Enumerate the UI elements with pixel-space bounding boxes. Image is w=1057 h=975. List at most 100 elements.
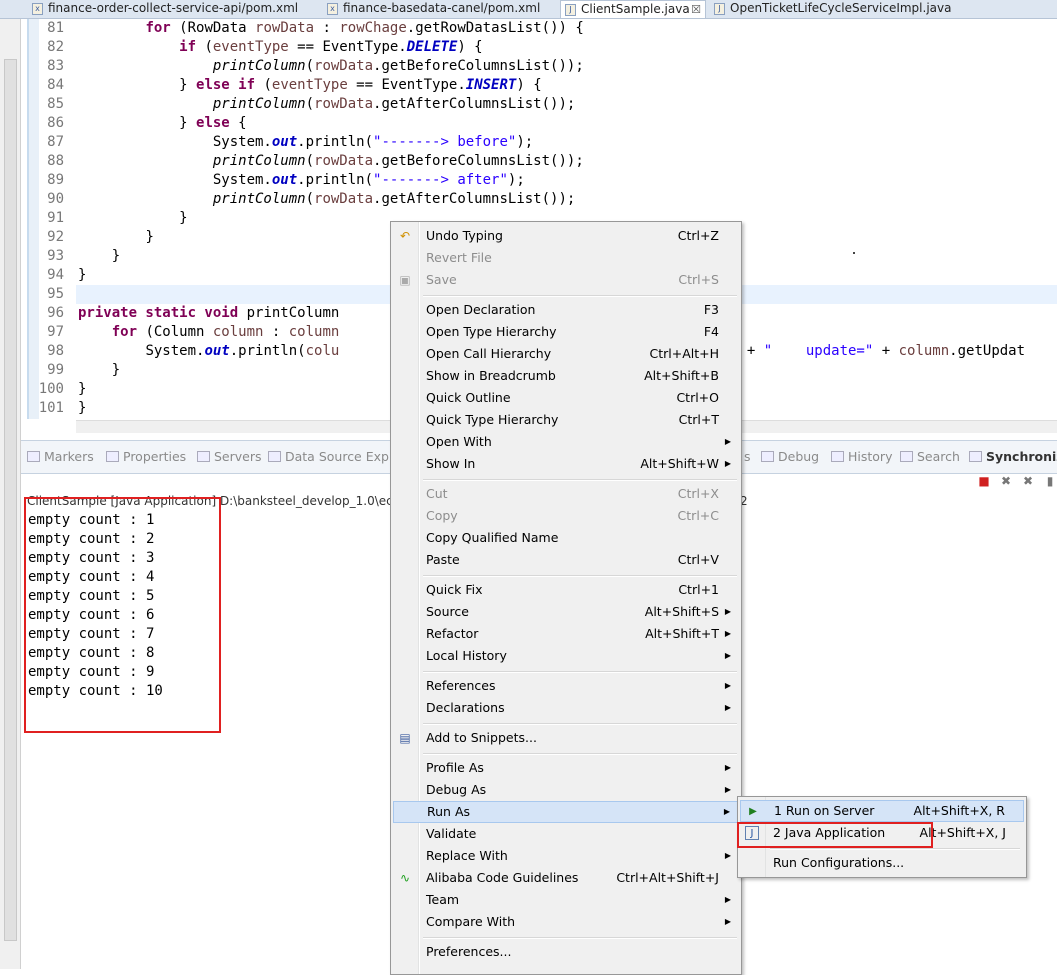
menu-item-revert-file[interactable]: Revert File [393,247,739,269]
run-server-icon: ▶ [749,806,757,817]
xml-file-icon: x [327,3,338,15]
code-line-81: 81 for (RowData rowData : rowChage.getRo… [47,20,584,36]
context-menu: ↶ Undo Typing Ctrl+Z Revert File ▣ Save Ctrl… [390,221,742,975]
menu-item-refactor[interactable]: Refactor Alt+Shift+T ▶ [393,623,739,645]
code-line-88: 88 printColumn(rowData.getBeforeColumnsL… [47,153,584,169]
menu-item-preferences[interactable]: Preferences... [393,941,739,963]
submenu-arrow-icon: ▶ [724,785,731,794]
code-line-98-tail: ) + " update=" + column.getUpdat [730,343,1026,359]
menu-separator [423,753,737,755]
menu-item-run-configurations[interactable]: Run Configurations... [740,852,1024,874]
code-line-84: 84 } else if (eventType == EventType.INS… [47,77,542,93]
code-line-99: 99 } [47,362,121,378]
menu-separator [423,295,737,297]
code-line-97: 97 for (Column column : column [47,324,340,340]
submenu-arrow-icon: ▶ [724,763,731,772]
code-line-90: 90 printColumn(rowData.getAfterColumnsLi… [47,191,576,207]
console-output-highlight-box [24,497,221,733]
menu-item-quick-fix[interactable]: Quick Fix Ctrl+1 [393,579,739,601]
tab-openticket-java[interactable]: J OpenTicketLifeCycleServiceImpl.java [710,0,970,18]
tab-label: ClientSample.java [581,2,690,16]
menu-item-open-call-hierarchy[interactable]: Open Call Hierarchy Ctrl+Alt+H [393,343,739,365]
menu-item-alibaba-code-guidelines[interactable]: ∿ Alibaba Code Guidelines Ctrl+Alt+Shift+J [393,867,739,889]
menu-item-debug-as[interactable]: Debug As ▶ [393,779,739,801]
code-line-95: 95 [47,286,64,302]
menu-separator [423,723,737,725]
code-line-83: 83 printColumn(rowData.getBeforeColumnsL… [47,58,584,74]
menu-item-open-with[interactable]: Open With ▶ [393,431,739,453]
editor-tab-bar: x finance-order-collect-service-api/pom.… [0,0,1057,19]
submenu-arrow-icon: ▶ [724,917,731,926]
snippets-icon: ▤ [399,731,411,745]
code-line-96: 96 private static void printColumn [47,305,340,321]
java-file-icon: J [565,4,576,16]
menu-item-run-on-server[interactable]: ▶ 1 Run on Server Alt+Shift+X, R [740,800,1024,822]
remove-all-icon[interactable]: ✖ [1021,474,1035,488]
submenu-arrow-icon: ▶ [724,681,731,690]
code-line-98: 98 System.out.println(colu [47,343,340,359]
menu-item-quick-outline[interactable]: Quick Outline Ctrl+O [393,387,739,409]
menu-item-replace-with[interactable]: Replace With ▶ [393,845,739,867]
view-tab-data-source[interactable]: Data Source Explo [268,449,400,464]
code-line-100: 100} [38,381,87,397]
menu-item-team[interactable]: Team ▶ [393,889,739,911]
markers-icon [27,451,40,462]
menu-separator [423,671,737,673]
menu-item-validate[interactable]: Validate [393,823,739,845]
menu-item-profile-as[interactable]: Profile As ▶ [393,757,739,779]
console-toolbar-icon[interactable]: ▮ [1043,474,1057,488]
view-tab-servers[interactable]: Servers [197,449,262,464]
code-line-92: 92 } [47,229,154,245]
code-line-82: 82 if (eventType == EventType.DELETE) { [47,39,483,55]
view-tab-search[interactable]: Search [900,449,960,464]
menu-item-open-type-hierarchy[interactable]: Open Type Hierarchy F4 [393,321,739,343]
synchronize-icon [969,451,982,462]
code-line-89: 89 System.out.println("-------> after"); [47,172,525,188]
debug-icon [761,451,774,462]
menu-item-run-as[interactable]: Run As ▶ [393,801,739,823]
tab-clientsample-java[interactable]: J ClientSample.java ☒ [560,0,706,18]
menu-item-show-in-breadcrumb[interactable]: Show in Breadcrumb Alt+Shift+B [393,365,739,387]
code-line-93: 93 } [47,248,121,264]
code-line-86: 86 } else { [47,115,247,131]
view-tab-debug[interactable]: Debug [761,449,819,464]
xml-file-icon: x [32,3,43,15]
view-tab-properties[interactable]: Properties [106,449,186,464]
menu-item-save[interactable]: ▣ Save Ctrl+S [393,269,739,291]
menu-separator [423,479,737,481]
menu-item-source[interactable]: Source Alt+Shift+S ▶ [393,601,739,623]
submenu-arrow-icon: ▶ [723,807,730,816]
view-tab-console-partial[interactable]: s [744,449,751,464]
menu-item-open-declaration[interactable]: Open Declaration F3 [393,299,739,321]
view-tab-markers[interactable]: Markers [27,449,94,464]
properties-icon [106,451,119,462]
submenu-arrow-icon: ▶ [724,703,731,712]
terminate-icon[interactable]: ■ [977,474,991,488]
menu-item-undo-typing[interactable]: ↶ Undo Typing Ctrl+Z [393,225,739,247]
view-tab-history[interactable]: History [831,449,892,464]
menu-item-quick-type-hierarchy[interactable]: Quick Type Hierarchy Ctrl+T [393,409,739,431]
menu-separator [423,575,737,577]
scrollbar-thumb[interactable] [4,59,17,941]
submenu-arrow-icon: ▶ [724,651,731,660]
menu-item-add-to-snippets[interactable]: ▤ Add to Snippets... [393,727,739,749]
tab-label: finance-basedata-canel/pom.xml [343,1,541,15]
menu-item-cut[interactable]: Cut Ctrl+X [393,483,739,505]
menu-item-compare-with[interactable]: Compare With ▶ [393,911,739,933]
remove-launch-icon[interactable]: ✖ [999,474,1013,488]
close-icon[interactable]: ☒ [691,1,701,18]
servers-icon [197,451,210,462]
menu-item-references[interactable]: References ▶ [393,675,739,697]
menu-item-paste[interactable]: Paste Ctrl+V [393,549,739,571]
menu-item-local-history[interactable]: Local History ▶ [393,645,739,667]
menu-item-copy-qualified-name[interactable]: Copy Qualified Name [393,527,739,549]
view-tab-synchronize[interactable]: Synchroniz [969,449,1057,464]
menu-separator [423,937,737,939]
tab-finance-basedata-pom[interactable]: x finance-basedata-canel/pom.xml [323,0,553,18]
tab-finance-order-pom[interactable]: x finance-order-collect-service-api/pom.… [28,0,328,18]
menu-item-copy[interactable]: Copy Ctrl+C [393,505,739,527]
menu-separator [770,848,1020,850]
menu-item-show-in[interactable]: Show In Alt+Shift+W ▶ [393,453,739,475]
menu-item-declarations[interactable]: Declarations ▶ [393,697,739,719]
vertical-scrollbar[interactable] [0,19,21,969]
